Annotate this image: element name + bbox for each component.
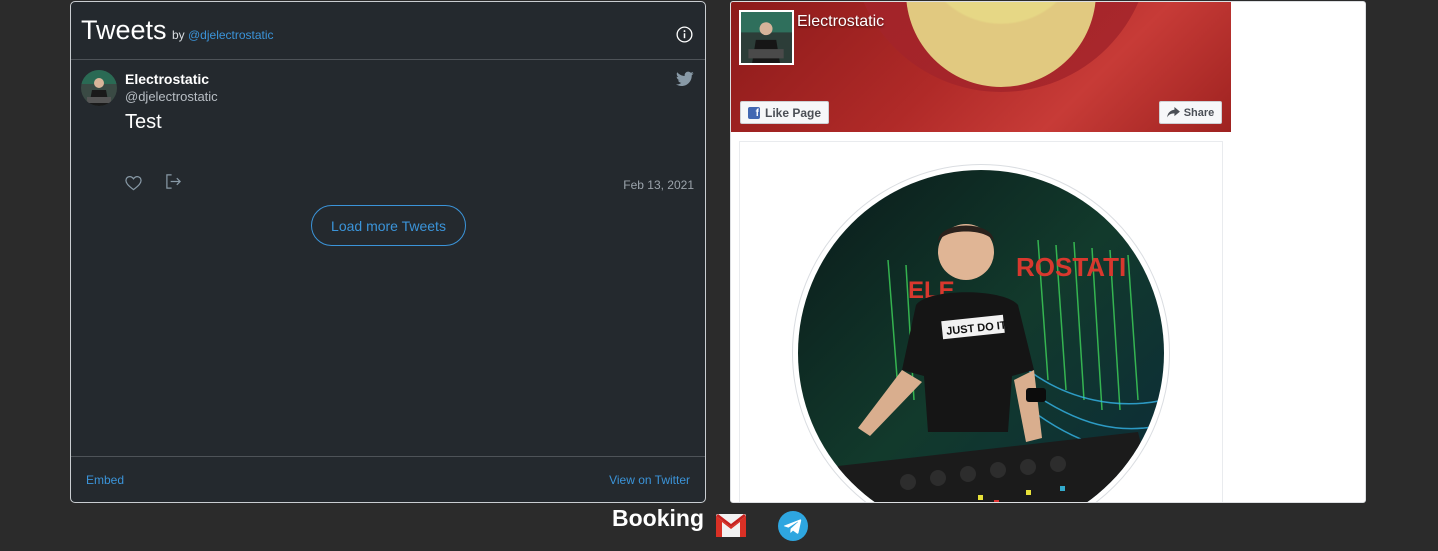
twitter-by-label: by: [172, 28, 185, 42]
svg-text:ROSTATI: ROSTATI: [1016, 252, 1126, 282]
share-arrow-icon: [1166, 107, 1180, 118]
facebook-post[interactable]: ELE ROSTATI JUST DO IT.: [739, 141, 1223, 502]
avatar[interactable]: [81, 70, 117, 106]
booking-label: Booking: [612, 505, 704, 531]
twitter-timeline: Tweets by @djelectrostatic Electrostatic…: [70, 1, 706, 503]
facebook-page-plugin: Electrostatic f Like Page Share ELE ROST…: [730, 1, 1366, 503]
telegram-icon[interactable]: [778, 511, 808, 541]
load-more-tweets-button[interactable]: Load more Tweets: [311, 205, 466, 246]
twitter-handle-link[interactable]: @djelectrostatic: [188, 28, 274, 42]
like-page-label: Like Page: [765, 105, 822, 120]
facebook-f-icon: f: [748, 106, 760, 119]
tweet-author-name[interactable]: Electrostatic: [125, 71, 209, 87]
tweet-author-username[interactable]: @djelectrostatic: [125, 89, 218, 104]
twitter-footer: Embed View on Twitter: [71, 456, 705, 502]
info-icon[interactable]: [676, 26, 693, 43]
heart-icon[interactable]: [125, 175, 142, 191]
embed-link[interactable]: Embed: [86, 473, 124, 487]
page-profile-thumbnail[interactable]: [739, 10, 794, 65]
tweet-date[interactable]: Feb 13, 2021: [623, 178, 694, 192]
view-on-twitter-link[interactable]: View on Twitter: [609, 473, 690, 487]
twitter-title: Tweets: [81, 15, 167, 45]
tweet-text: Test: [125, 111, 162, 133]
dj-profile-photo[interactable]: ELE ROSTATI JUST DO IT.: [792, 164, 1170, 502]
cover-photo[interactable]: Electrostatic f Like Page Share: [731, 2, 1231, 132]
facebook-page-name[interactable]: Electrostatic: [797, 13, 884, 31]
share-button[interactable]: Share: [1159, 101, 1222, 124]
twitter-bird-icon[interactable]: [676, 71, 694, 87]
like-page-button[interactable]: f Like Page: [740, 101, 829, 124]
tweet[interactable]: Electrostatic @djelectrostatic Test Feb …: [71, 61, 705, 201]
gmail-icon[interactable]: [716, 514, 746, 537]
share-label: Share: [1183, 106, 1215, 119]
share-icon[interactable]: [165, 173, 182, 190]
twitter-header: Tweets by @djelectrostatic: [71, 2, 705, 60]
